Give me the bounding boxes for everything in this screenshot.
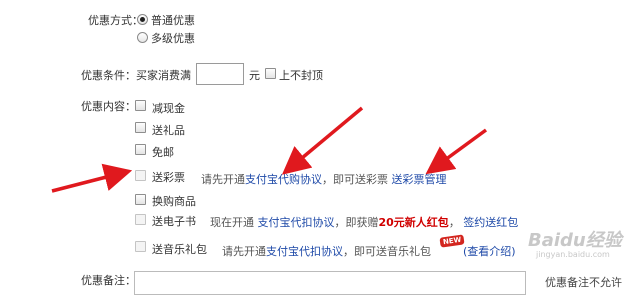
arrow-left <box>51 163 133 193</box>
arrow-middle <box>281 106 364 175</box>
annotation-arrows <box>51 106 488 193</box>
arrow-right <box>425 128 488 175</box>
